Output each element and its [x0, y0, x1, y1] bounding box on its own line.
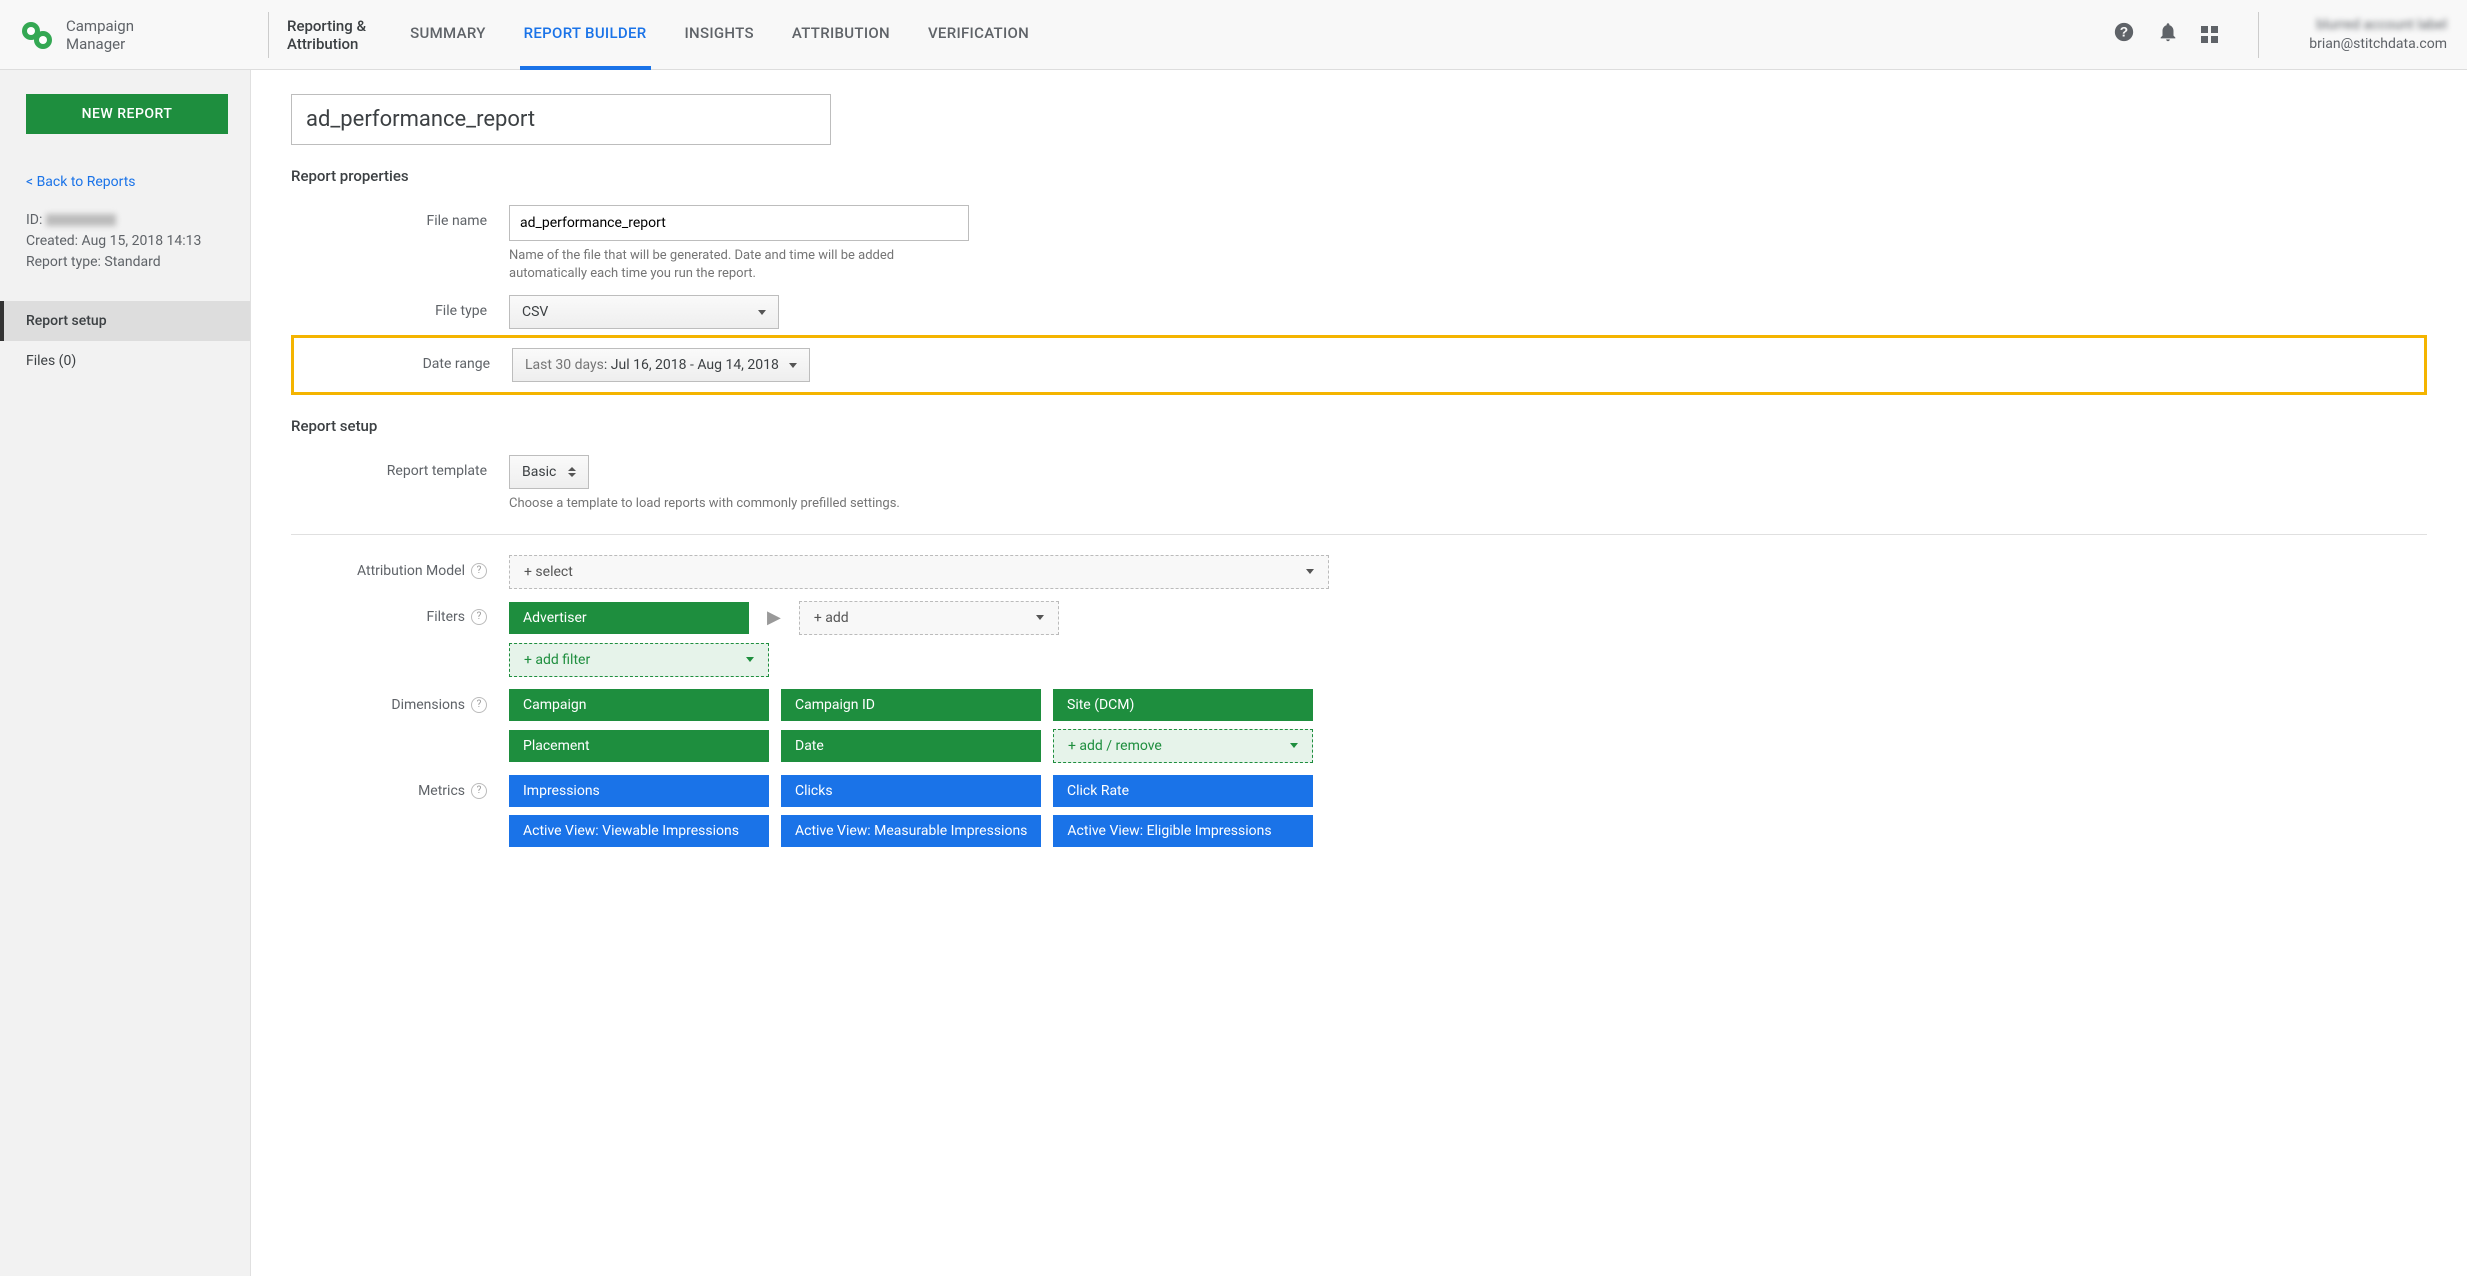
brand-block: Campaign Manager	[20, 17, 250, 53]
help-icon[interactable]: ?	[471, 697, 487, 713]
report-setup-heading: Report setup	[291, 417, 2427, 435]
file-type-label: File type	[291, 295, 509, 319]
report-type: Report type: Standard	[26, 252, 228, 273]
dimensions-label: Dimensions	[391, 697, 465, 713]
add-filter-button[interactable]: + add filter	[509, 643, 769, 677]
app-header: Campaign Manager Reporting & Attribution…	[0, 0, 2467, 70]
arrow-right-icon: ▶	[761, 607, 787, 628]
metric-chip-av-measurable[interactable]: Active View: Measurable Impressions	[781, 815, 1041, 847]
metric-chip-click-rate[interactable]: Click Rate	[1053, 775, 1313, 807]
report-template-label: Report template	[291, 455, 509, 479]
divider	[268, 12, 269, 58]
chevron-down-icon	[1306, 569, 1314, 574]
section-line2: Attribution	[287, 35, 366, 53]
report-id-value	[46, 214, 116, 226]
date-range-select[interactable]: Last 30 days : Jul 16, 2018 - Aug 14, 20…	[512, 348, 810, 382]
tab-summary[interactable]: SUMMARY	[406, 0, 490, 70]
filters-label: Filters	[426, 609, 465, 625]
chevron-down-icon	[1290, 743, 1298, 748]
file-type-value: CSV	[522, 304, 548, 320]
report-properties-heading: Report properties	[291, 167, 2427, 185]
section-line1: Reporting &	[287, 17, 366, 35]
help-icon[interactable]: ?	[471, 609, 487, 625]
report-id-label: ID:	[26, 212, 42, 228]
metric-chip-clicks[interactable]: Clicks	[781, 775, 1041, 807]
apps-icon[interactable]	[2201, 26, 2218, 43]
dimension-chip-campaign[interactable]: Campaign	[509, 689, 769, 721]
file-name-label: File name	[291, 205, 509, 229]
user-email: brian@stitchdata.com	[2309, 35, 2447, 53]
main-content: Report properties File name Name of the …	[250, 70, 2467, 1276]
user-account[interactable]: blurred account label brian@stitchdata.c…	[2309, 16, 2447, 52]
dimension-chip-site[interactable]: Site (DCM)	[1053, 689, 1313, 721]
dimension-chip-placement[interactable]: Placement	[509, 730, 769, 762]
chevron-down-icon	[1036, 615, 1044, 620]
tab-insights[interactable]: INSIGHTS	[681, 0, 758, 70]
sidebar-item-files[interactable]: Files (0)	[4, 341, 250, 381]
report-created: Created: Aug 15, 2018 14:13	[26, 231, 228, 252]
brand-line2: Manager	[66, 35, 134, 53]
sidebar: NEW REPORT < Back to Reports ID: Created…	[0, 70, 250, 1276]
svg-text:?: ?	[2120, 24, 2128, 39]
help-icon[interactable]: ?	[471, 783, 487, 799]
report-template-value: Basic	[522, 464, 556, 480]
help-icon[interactable]: ?	[2113, 21, 2135, 49]
dimension-chip-date[interactable]: Date	[781, 730, 1041, 762]
file-name-hint: Name of the file that will be generated.…	[509, 247, 929, 283]
date-range-preset: Last 30 days	[525, 357, 604, 373]
brand-line1: Campaign	[66, 17, 134, 35]
report-template-select[interactable]: Basic	[509, 455, 589, 489]
divider	[2258, 12, 2259, 58]
chevron-down-icon	[746, 657, 754, 662]
sort-icon	[568, 467, 576, 477]
dimension-add-remove-button[interactable]: + add / remove	[1053, 729, 1313, 763]
tab-verification[interactable]: VERIFICATION	[924, 0, 1033, 70]
tab-attribution[interactable]: ATTRIBUTION	[788, 0, 894, 70]
date-range-value: : Jul 16, 2018 - Aug 14, 2018	[604, 357, 779, 373]
notifications-icon[interactable]	[2157, 21, 2179, 49]
tab-report-builder[interactable]: REPORT BUILDER	[520, 0, 651, 70]
chevron-down-icon	[789, 363, 797, 368]
attribution-model-value: + select	[524, 564, 573, 580]
dimension-chip-campaign-id[interactable]: Campaign ID	[781, 689, 1041, 721]
report-name-input[interactable]	[291, 94, 831, 145]
new-report-button[interactable]: NEW REPORT	[26, 94, 228, 134]
help-icon[interactable]: ?	[471, 563, 487, 579]
report-template-hint: Choose a template to load reports with c…	[509, 495, 1009, 513]
file-type-select[interactable]: CSV	[509, 295, 779, 329]
file-name-input[interactable]	[509, 205, 969, 241]
back-to-reports-link[interactable]: < Back to Reports	[4, 174, 250, 190]
date-range-label: Date range	[294, 348, 512, 372]
attribution-model-select[interactable]: + select	[509, 555, 1329, 589]
user-account-name: blurred account label	[2309, 16, 2447, 34]
chevron-down-icon	[758, 310, 766, 315]
metrics-label: Metrics	[418, 783, 465, 799]
filter-add-value[interactable]: + add	[799, 601, 1059, 635]
campaign-manager-logo-icon	[20, 18, 54, 52]
metric-chip-av-eligible[interactable]: Active View: Eligible Impressions	[1053, 815, 1313, 847]
primary-nav: SUMMARY REPORT BUILDER INSIGHTS ATTRIBUT…	[406, 0, 1033, 70]
metric-chip-av-viewable[interactable]: Active View: Viewable Impressions	[509, 815, 769, 847]
metric-chip-impressions[interactable]: Impressions	[509, 775, 769, 807]
attribution-model-label: Attribution Model	[357, 563, 465, 579]
filter-chip-advertiser[interactable]: Advertiser	[509, 602, 749, 634]
sidebar-item-report-setup[interactable]: Report setup	[0, 301, 250, 341]
